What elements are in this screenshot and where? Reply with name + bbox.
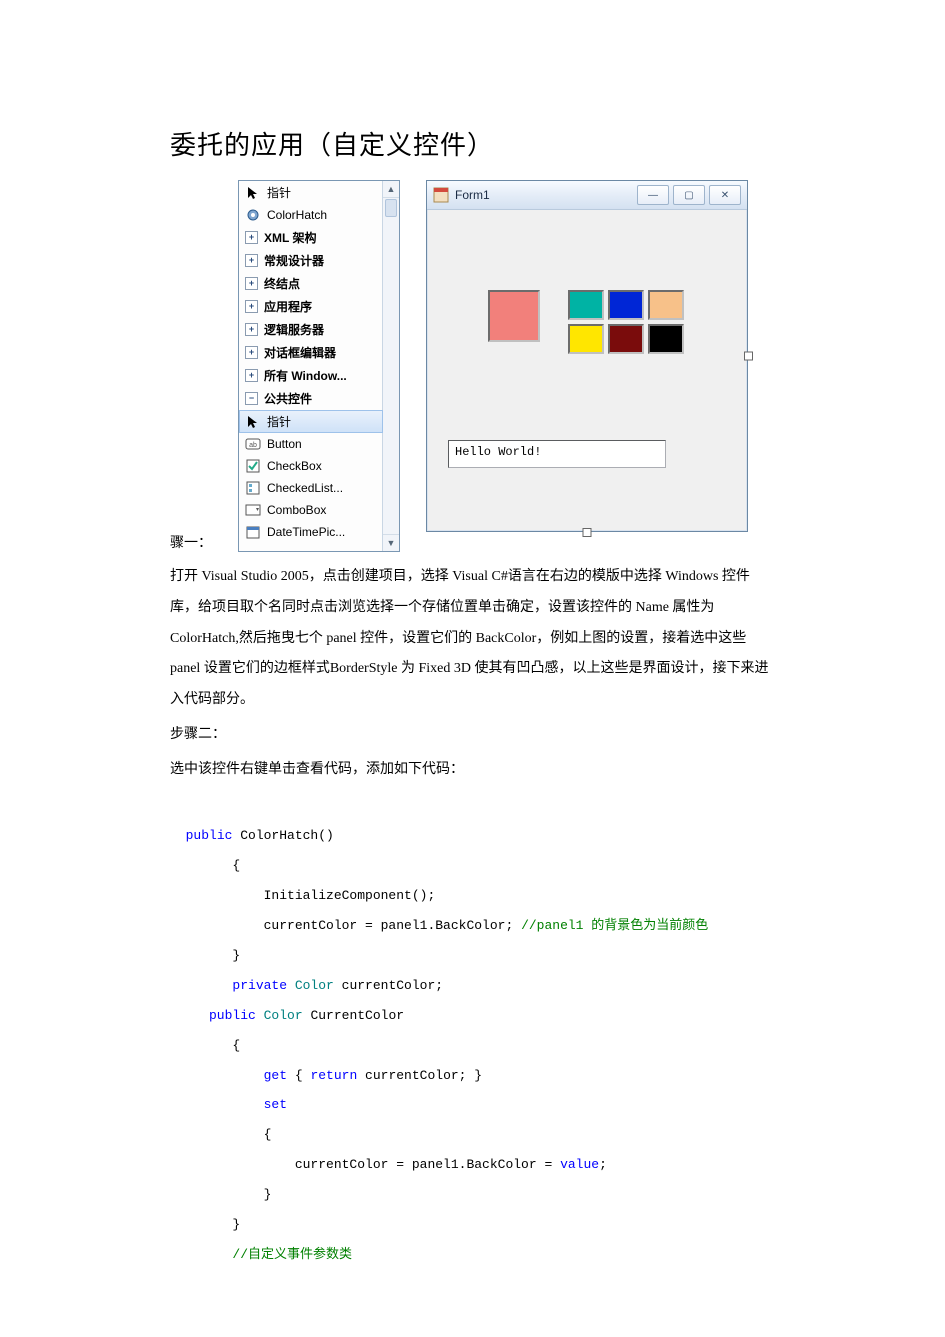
toolbox-item-label: ComboBox xyxy=(267,503,326,517)
toolbox-item-combobox[interactable]: ComboBox xyxy=(239,499,383,521)
toolbox-item-label: 终结点 xyxy=(264,275,300,292)
toolbox-item-label: 对话框编辑器 xyxy=(264,344,336,361)
expand-icon[interactable]: + xyxy=(245,231,258,244)
color-swatch-5[interactable] xyxy=(608,324,644,354)
toolbox-item-colorhatch[interactable]: ColorHatch xyxy=(239,204,383,226)
paragraph-2: 选中该控件右键单击查看代码，添加如下代码： xyxy=(170,755,775,786)
toolbox-item-label: CheckBox xyxy=(267,459,322,473)
form-body[interactable]: Hello World! xyxy=(428,210,746,530)
pointer-icon xyxy=(245,414,261,430)
toolbox-group-designer[interactable]: + 常规设计器 xyxy=(239,249,383,272)
expand-icon[interactable]: + xyxy=(245,369,258,382)
button-icon: ab xyxy=(245,436,261,452)
maximize-button[interactable]: ▢ xyxy=(673,185,705,205)
toolbox-item-label: 指针 xyxy=(267,184,291,201)
toolbox-item-label: 指针 xyxy=(267,413,291,430)
toolbox-panel: ▲ ▼ 指针 ColorHatch + XML 架构 + xyxy=(238,180,400,552)
toolbox-item-label: 所有 Window... xyxy=(264,367,347,384)
paragraph-1: 打开 Visual Studio 2005，点击创建项目，选择 Visual C… xyxy=(170,562,775,716)
color-swatch-2[interactable] xyxy=(608,290,644,320)
small-color-grid xyxy=(568,290,684,354)
resize-handle-bottom[interactable] xyxy=(583,528,592,537)
form-titlebar[interactable]: Form1 — ▢ ✕ xyxy=(427,181,747,210)
hello-textbox[interactable]: Hello World! xyxy=(448,440,666,468)
toolbox-item-datetimepicker[interactable]: DateTimePic... xyxy=(239,521,383,543)
form-icon xyxy=(433,187,449,203)
expand-icon[interactable]: + xyxy=(245,277,258,290)
close-icon: ✕ xyxy=(721,190,729,201)
toolbox-item-label: XML 架构 xyxy=(264,229,316,246)
form-window[interactable]: Form1 — ▢ ✕ xyxy=(426,180,748,532)
checkedlist-icon xyxy=(245,480,261,496)
minimize-button[interactable]: — xyxy=(637,185,669,205)
paragraph-step2: 步骤二： xyxy=(170,720,775,751)
toolbox-item-label: 应用程序 xyxy=(264,298,312,315)
page-title: 委托的应用（自定义控件） xyxy=(170,125,775,162)
calendar-icon xyxy=(245,524,261,540)
expand-icon[interactable]: + xyxy=(245,300,258,313)
scroll-thumb[interactable] xyxy=(385,199,397,217)
toolbox-item-checkedlist[interactable]: CheckedList... xyxy=(239,477,383,499)
toolbox-scrollbar[interactable]: ▲ ▼ xyxy=(382,181,399,551)
toolbox-item-label: Button xyxy=(267,437,302,451)
large-color-panel[interactable] xyxy=(488,290,540,342)
color-swatch-1[interactable] xyxy=(568,290,604,320)
toolbox-item-label: 逻辑服务器 xyxy=(264,321,324,338)
form-title-text: Form1 xyxy=(455,188,490,202)
toolbox-item-checkbox[interactable]: CheckBox xyxy=(239,455,383,477)
toolbox-item-label: 常规设计器 xyxy=(264,252,324,269)
code-block: public ColorHatch() { InitializeComponen… xyxy=(170,792,775,1270)
form-designer: Form1 — ▢ ✕ xyxy=(426,180,748,532)
color-swatch-4[interactable] xyxy=(568,324,604,354)
minimize-icon: — xyxy=(648,190,658,201)
expand-icon[interactable]: + xyxy=(245,254,258,267)
toolbox-group-common[interactable]: − 公共控件 xyxy=(239,387,383,410)
svg-text:ab: ab xyxy=(249,442,257,449)
checkbox-icon xyxy=(245,458,261,474)
maximize-icon: ▢ xyxy=(684,190,693,201)
toolbox-group-xml[interactable]: + XML 架构 xyxy=(239,226,383,249)
toolbox-item-pointer[interactable]: 指针 xyxy=(239,181,383,204)
toolbox-group-app[interactable]: + 应用程序 xyxy=(239,295,383,318)
gear-icon xyxy=(245,207,261,223)
expand-icon[interactable]: + xyxy=(245,346,258,359)
toolbox-group-endpoint[interactable]: + 终结点 xyxy=(239,272,383,295)
figure-row: 骤一： ▲ ▼ 指针 ColorHatch + XML 架构 xyxy=(170,180,775,552)
toolbox-group-window[interactable]: + 所有 Window... xyxy=(239,364,383,387)
toolbox-item-label: CheckedList... xyxy=(267,481,343,495)
close-button[interactable]: ✕ xyxy=(709,185,741,205)
toolbox-item-label: ColorHatch xyxy=(267,208,327,222)
resize-handle-right[interactable] xyxy=(744,352,753,361)
toolbox-group-dialog[interactable]: + 对话框编辑器 xyxy=(239,341,383,364)
toolbox-item-button[interactable]: ab Button xyxy=(239,433,383,455)
color-swatch-6[interactable] xyxy=(648,324,684,354)
toolbox-item-label: DateTimePic... xyxy=(267,525,345,539)
scroll-down-icon[interactable]: ▼ xyxy=(383,534,399,551)
scroll-up-icon[interactable]: ▲ xyxy=(383,181,399,198)
toolbox-group-logic[interactable]: + 逻辑服务器 xyxy=(239,318,383,341)
color-swatch-3[interactable] xyxy=(648,290,684,320)
color-swatch-large[interactable] xyxy=(488,290,540,342)
collapse-icon[interactable]: − xyxy=(245,392,258,405)
step-one-label: 骤一： xyxy=(170,532,212,552)
toolbox-list: 指针 ColorHatch + XML 架构 + 常规设计器 + 终结点 xyxy=(239,181,383,551)
toolbox-item-pointer-selected[interactable]: 指针 xyxy=(239,410,383,433)
toolbox-item-label: 公共控件 xyxy=(264,390,312,407)
expand-icon[interactable]: + xyxy=(245,323,258,336)
pointer-icon xyxy=(245,185,261,201)
combobox-icon xyxy=(245,502,261,518)
